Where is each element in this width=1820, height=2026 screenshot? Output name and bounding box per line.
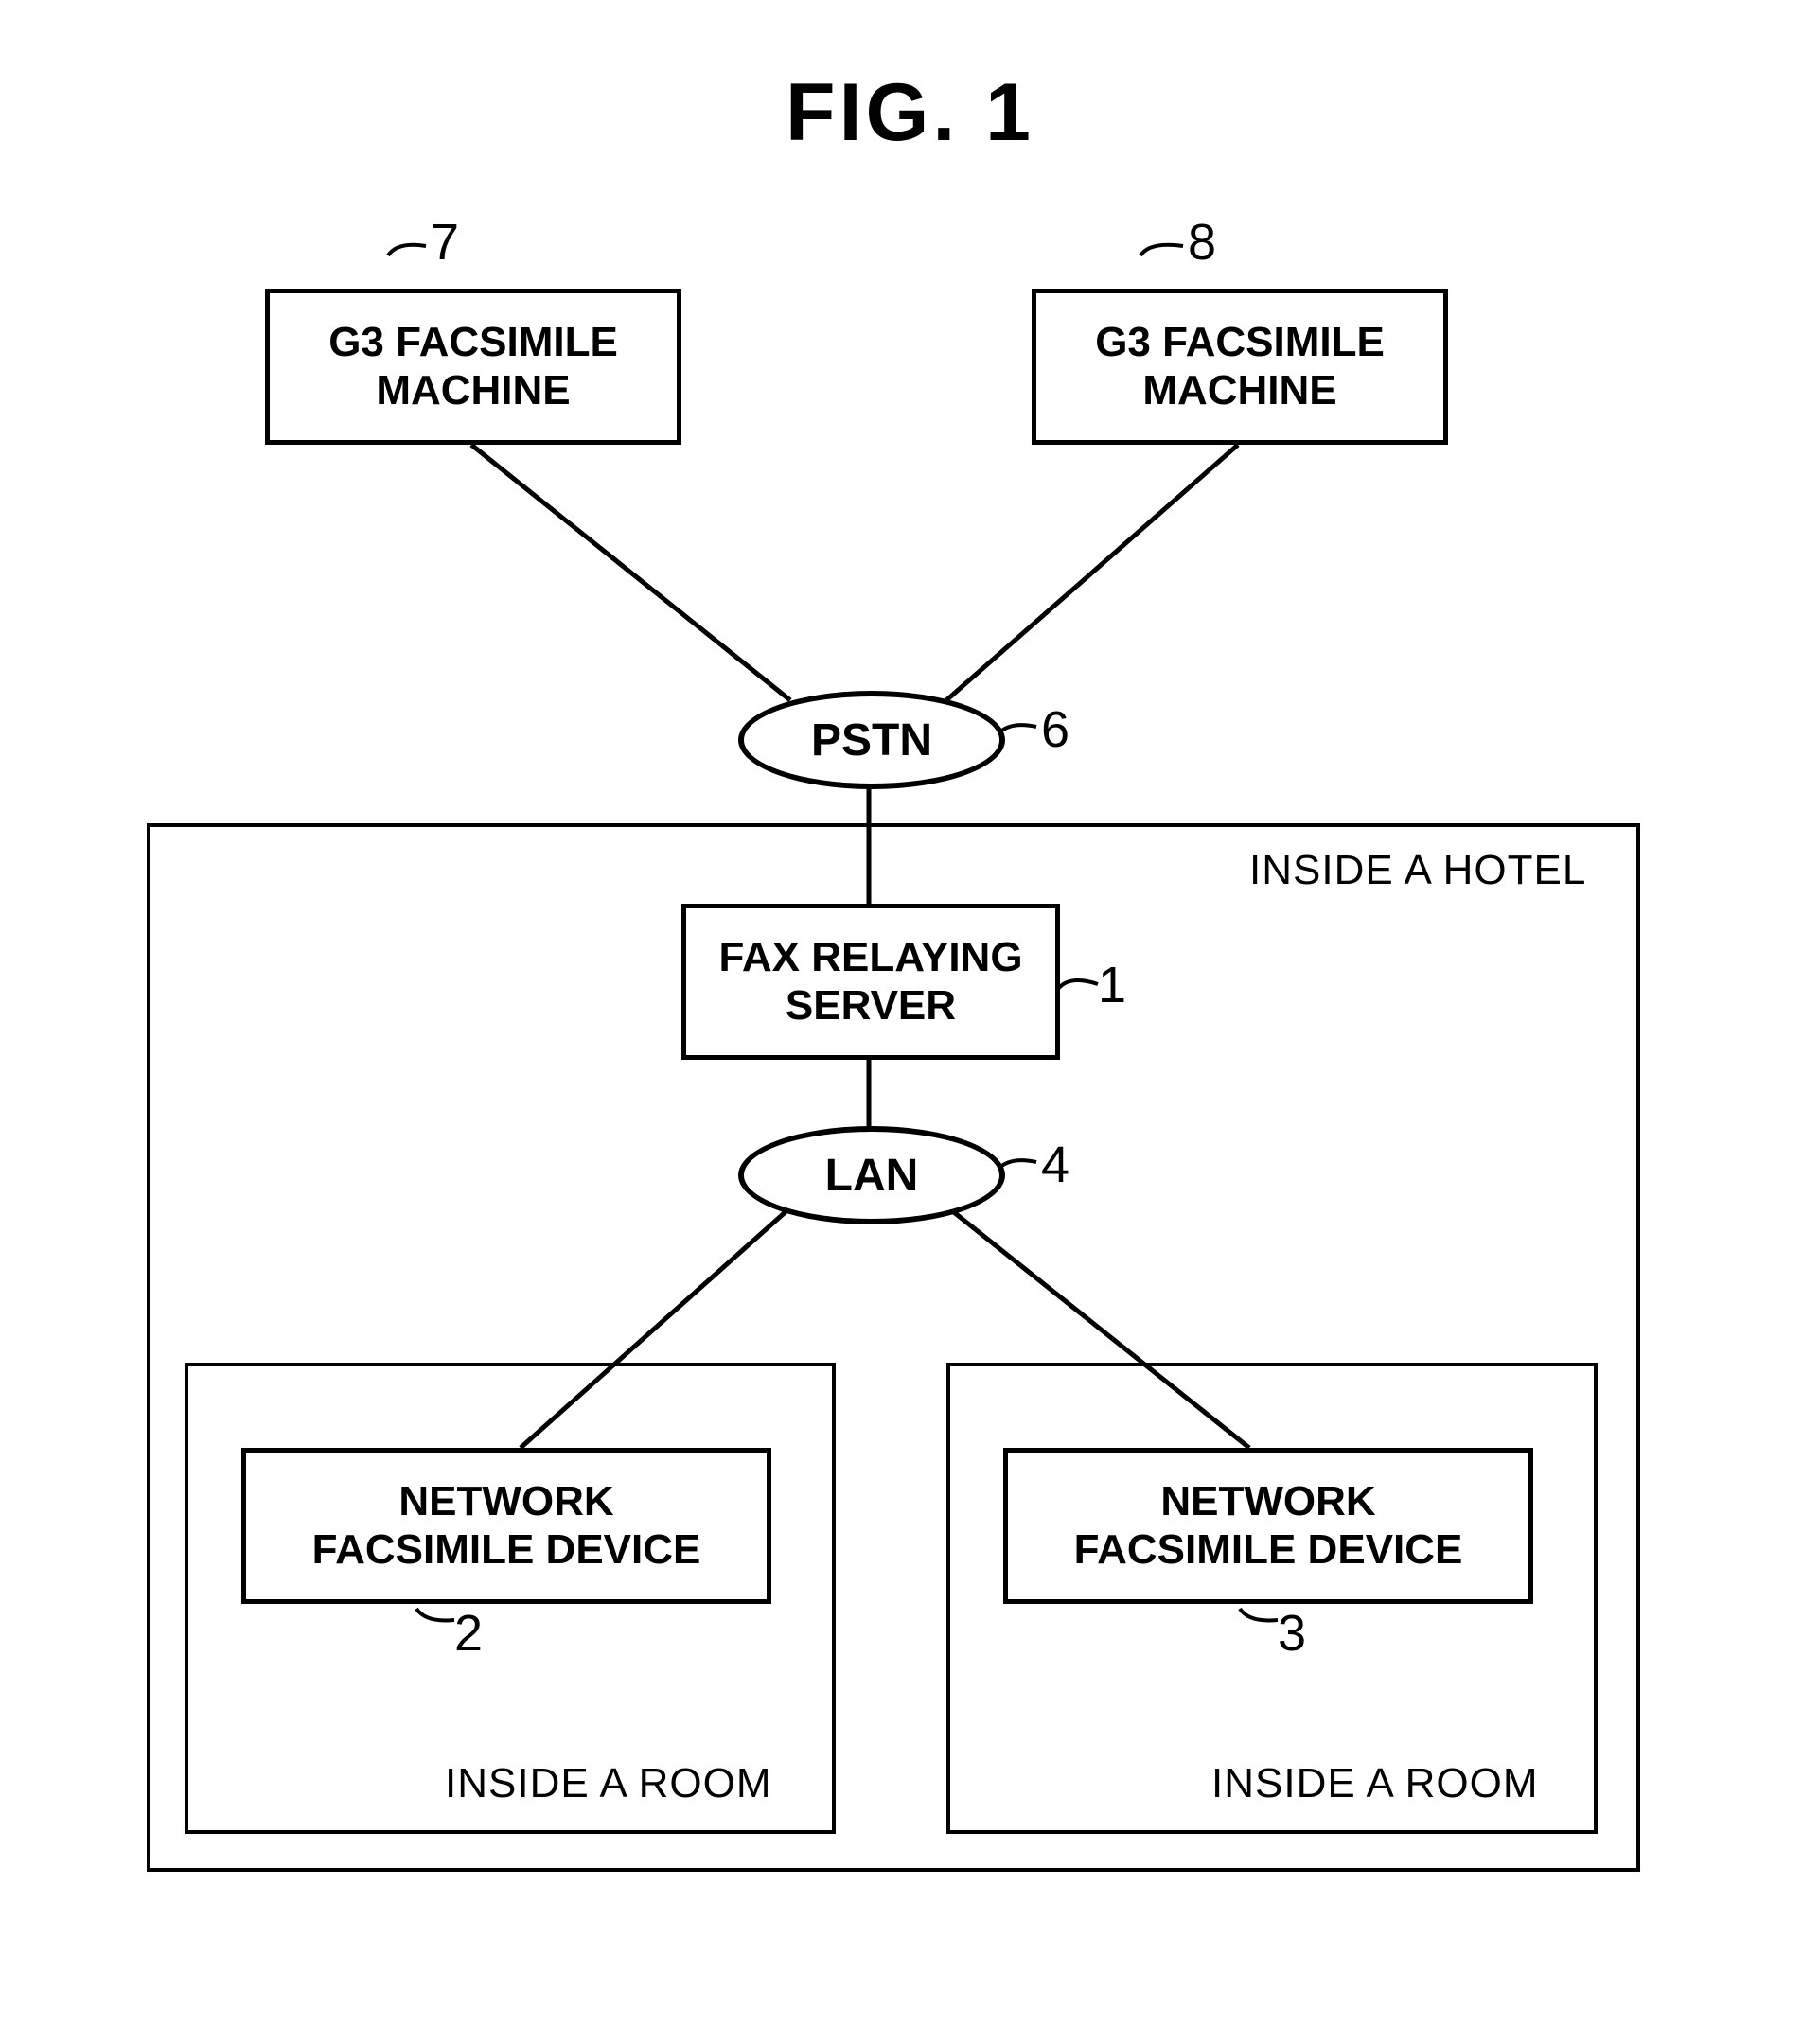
relay-label: FAX RELAYING SERVER bbox=[718, 934, 1022, 1030]
g3-right-label: G3 FACSIMILE MACHINE bbox=[1095, 319, 1385, 414]
network-fax-right: NETWORK FACSIMILE DEVICE bbox=[1003, 1448, 1533, 1604]
pstn-label: PSTN bbox=[811, 714, 932, 766]
ref-num-2: 2 bbox=[454, 1604, 483, 1663]
ref-num-6: 6 bbox=[1041, 700, 1069, 759]
hotel-label: INSIDE A HOTEL bbox=[1249, 847, 1586, 894]
lan-node: LAN bbox=[738, 1126, 1005, 1224]
room-right-label: INSIDE A ROOM bbox=[1211, 1760, 1539, 1807]
diagram-canvas: FIG. 1 G3 FACSIMILE MACHINE 7 G3 bbox=[0, 0, 1820, 2026]
ref-num-1: 1 bbox=[1098, 956, 1126, 1014]
ref-num-3: 3 bbox=[1278, 1604, 1306, 1663]
room-left-label: INSIDE A ROOM bbox=[445, 1760, 772, 1807]
fax-relay-server: FAX RELAYING SERVER bbox=[681, 904, 1060, 1060]
g3-facsimile-right: G3 FACSIMILE MACHINE bbox=[1032, 289, 1448, 445]
g3-facsimile-left: G3 FACSIMILE MACHINE bbox=[265, 289, 681, 445]
network-fax-left: NETWORK FACSIMILE DEVICE bbox=[241, 1448, 771, 1604]
g3-left-label: G3 FACSIMILE MACHINE bbox=[328, 319, 618, 414]
ref-num-7: 7 bbox=[431, 213, 459, 272]
nfd-right-label: NETWORK FACSIMILE DEVICE bbox=[1074, 1478, 1463, 1574]
nfd-left-label: NETWORK FACSIMILE DEVICE bbox=[312, 1478, 701, 1574]
ref-num-4: 4 bbox=[1041, 1136, 1069, 1194]
ref-num-8: 8 bbox=[1188, 213, 1216, 272]
lan-label: LAN bbox=[825, 1150, 919, 1202]
pstn-node: PSTN bbox=[738, 691, 1005, 789]
